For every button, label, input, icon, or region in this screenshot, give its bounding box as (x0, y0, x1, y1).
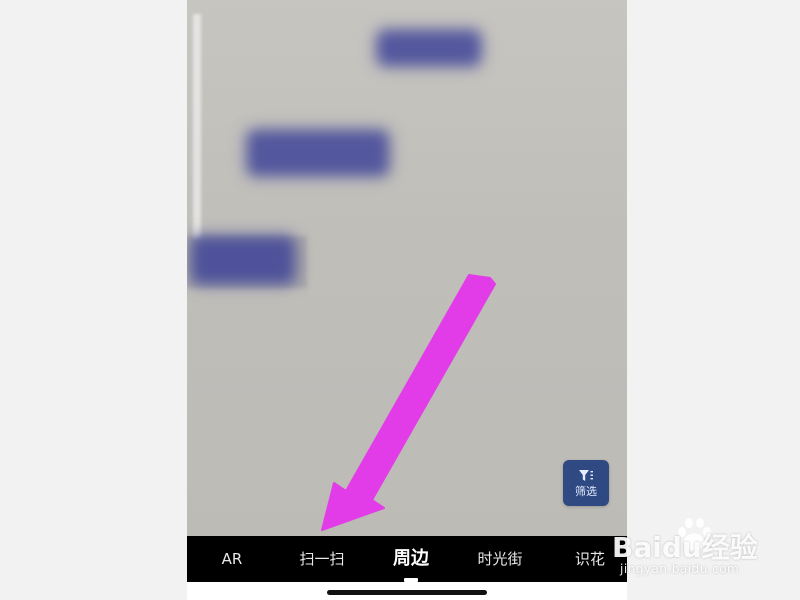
tab-ar[interactable]: AR (222, 536, 243, 582)
filter-button-label: 筛选 (575, 484, 597, 498)
tab-nearby[interactable]: 周边 (393, 536, 429, 582)
camera-viewfinder: 筛选 (187, 0, 627, 536)
filter-button[interactable]: 筛选 (563, 460, 609, 506)
camera-mode-bar: AR 扫一扫 周边 时光街 识花 (187, 536, 627, 582)
baidu-jingyan-logo: Baidu经验 (612, 531, 758, 564)
baidu-paw-icon (678, 518, 711, 551)
home-indicator[interactable] (327, 590, 487, 595)
watermark-url: jingyan.baidu.com (620, 562, 740, 576)
poi-marker[interactable] (377, 30, 481, 66)
filter-funnel-icon (579, 469, 593, 481)
viewfinder-light-edge (193, 14, 201, 239)
poi-marker[interactable] (191, 236, 295, 284)
poi-marker[interactable] (247, 130, 389, 176)
tab-identify-flower[interactable]: 识花 (575, 536, 605, 582)
tab-time-street[interactable]: 时光街 (477, 536, 522, 582)
baidu-jingyan-watermark: Baidu经验 jingyan.baidu.com (612, 514, 792, 584)
tab-scan[interactable]: 扫一扫 (299, 536, 344, 582)
phone-screen: 筛选 AR 扫一扫 周边 时光街 识花 (187, 0, 627, 600)
